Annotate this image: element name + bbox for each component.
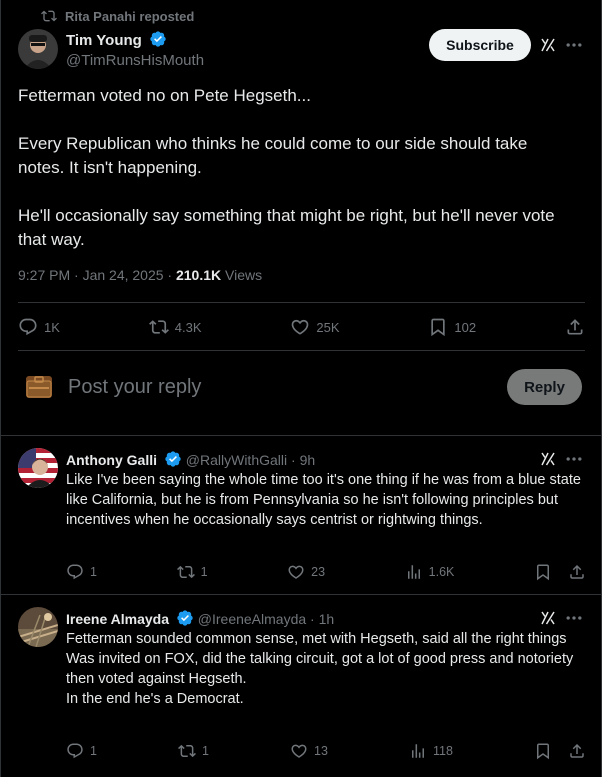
more-icon[interactable] [564,35,584,55]
repost-button[interactable]: 1 [178,742,209,760]
verified-icon [165,451,181,467]
reply-line: Fetterman sounded common sense, met with… [66,631,567,647]
views-button[interactable]: 118 [409,742,453,760]
share-icon [567,319,583,335]
views-button[interactable]: 1.6K [405,563,455,581]
repost-button[interactable]: 4.3K [148,317,202,337]
like-count: 23 [311,565,326,579]
like-button[interactable]: 13 [290,742,328,760]
tweet-line: Every Republican who thinks he could com… [18,134,528,177]
bookmark-icon[interactable] [534,742,552,760]
reply-line: Was invited on FOX, did the talking circ… [66,651,574,687]
author-name[interactable]: Tim Young [66,32,142,49]
avatar[interactable] [18,29,58,69]
views-icon [412,744,424,758]
author-handle[interactable]: @IreeneAlmayda [198,611,306,627]
timeline-frame: Rita Panahi reposted Tim Young @TimRunsH… [0,0,602,777]
share-icon[interactable] [568,563,586,581]
reply-composer: Post your reply Reply [1,352,602,424]
reply-count: 1 [90,565,97,579]
repost-icon [176,565,195,579]
reply-item[interactable]: Anthony Galli @RallyWithGalli · 9h Like … [1,436,602,594]
reply-submit-button[interactable]: Reply [507,369,582,405]
like-count: 13 [314,744,328,758]
author-name[interactable]: Ireene Almayda [66,611,169,627]
like-icon [291,744,307,758]
reply-icon [67,743,83,759]
reply-icon [67,564,83,580]
repost-button[interactable]: 1 [176,563,208,581]
grok-icon[interactable] [539,36,557,54]
repost-count: 1 [200,565,208,579]
views-count: 1.6K [428,565,455,579]
grok-icon[interactable] [539,450,557,468]
bookmark-icon[interactable] [534,563,552,581]
reply-count: 1K [44,319,60,335]
avatar[interactable] [26,376,52,398]
repost-label: Rita Panahi reposted [65,8,195,24]
reply-header: Ireene Almayda @IreeneAlmayda · 1h [66,609,334,627]
divider [18,350,585,351]
reply-actions: 1 1 23 1.6K [66,561,586,583]
views-count: 210.1K [175,267,222,283]
reply-text: Like I've been saying the whole time too… [66,472,581,528]
share-button[interactable] [565,317,585,337]
reply-input[interactable]: Post your reply [68,376,201,399]
reply-text: Fetterman sounded common sense, met with… [66,629,586,709]
verified-icon [150,31,166,47]
author-handle[interactable]: @RallyWithGalli [186,452,287,468]
tweet-timestamp[interactable]: 9:27 PM · Jan 24, 2025 · [18,267,176,283]
reply-button[interactable]: 1 [66,742,97,760]
verified-icon [177,610,193,626]
bookmark-button[interactable]: 102 [428,317,476,337]
reply-extra-actions [534,563,586,581]
reply-timestamp[interactable]: · 9h [291,452,315,468]
gif-box-icon [26,376,52,398]
repost-icon [41,10,57,22]
reply-count: 1 [90,744,97,758]
share-icon[interactable] [568,742,586,760]
like-count: 25K [316,319,340,335]
like-icon [292,319,309,335]
views-count: 118 [433,744,453,758]
tweet-line: He'll occasionally say something that mi… [18,206,555,249]
author-block: Tim Young @TimRunsHisMouth [66,30,204,69]
reply-icon [19,318,37,336]
reply-item[interactable]: Ireene Almayda @IreeneAlmayda · 1h Fette… [1,595,602,777]
reply-actions: 1 1 13 118 [66,740,586,762]
repost-count: 4.3K [174,319,202,335]
tweet-text: Fetterman voted no on Pete Hegseth... Ev… [18,84,578,252]
like-button[interactable]: 25K [290,317,340,337]
avatar[interactable] [18,448,58,488]
tweet-line: Fetterman voted no on Pete Hegseth... [18,86,311,105]
repost-icon [178,744,196,758]
like-icon [288,565,304,579]
views-label: Views [221,267,263,283]
subscribe-button[interactable]: Subscribe [429,29,531,61]
repost-count: 1 [202,744,209,758]
reply-button[interactable]: 1 [66,563,97,581]
bookmark-count: 102 [454,319,477,335]
reply-extra-actions [534,742,586,760]
author-handle[interactable]: @TimRunsHisMouth [66,52,204,69]
repost-indicator[interactable]: Rita Panahi reposted [41,8,194,24]
reply-button[interactable]: 1K [18,317,60,337]
divider [18,302,585,303]
grok-icon[interactable] [539,609,557,627]
more-icon[interactable] [564,608,584,628]
more-icon[interactable] [564,449,584,469]
like-button[interactable]: 23 [287,563,325,581]
bookmark-icon [431,318,446,337]
avatar[interactable] [18,607,58,647]
author-name[interactable]: Anthony Galli [66,452,157,468]
views-icon [407,565,420,579]
reply-line: In the end he's a Democrat. [66,691,244,707]
tweet-actions: 1K 4.3K 25K 102 [18,312,585,342]
tweet-meta: 9:27 PM · Jan 24, 2025 · 210.1K Views [18,267,262,283]
repost-icon [148,320,169,334]
reply-timestamp[interactable]: · 1h [310,611,334,627]
reply-header: Anthony Galli @RallyWithGalli · 9h [66,450,315,468]
